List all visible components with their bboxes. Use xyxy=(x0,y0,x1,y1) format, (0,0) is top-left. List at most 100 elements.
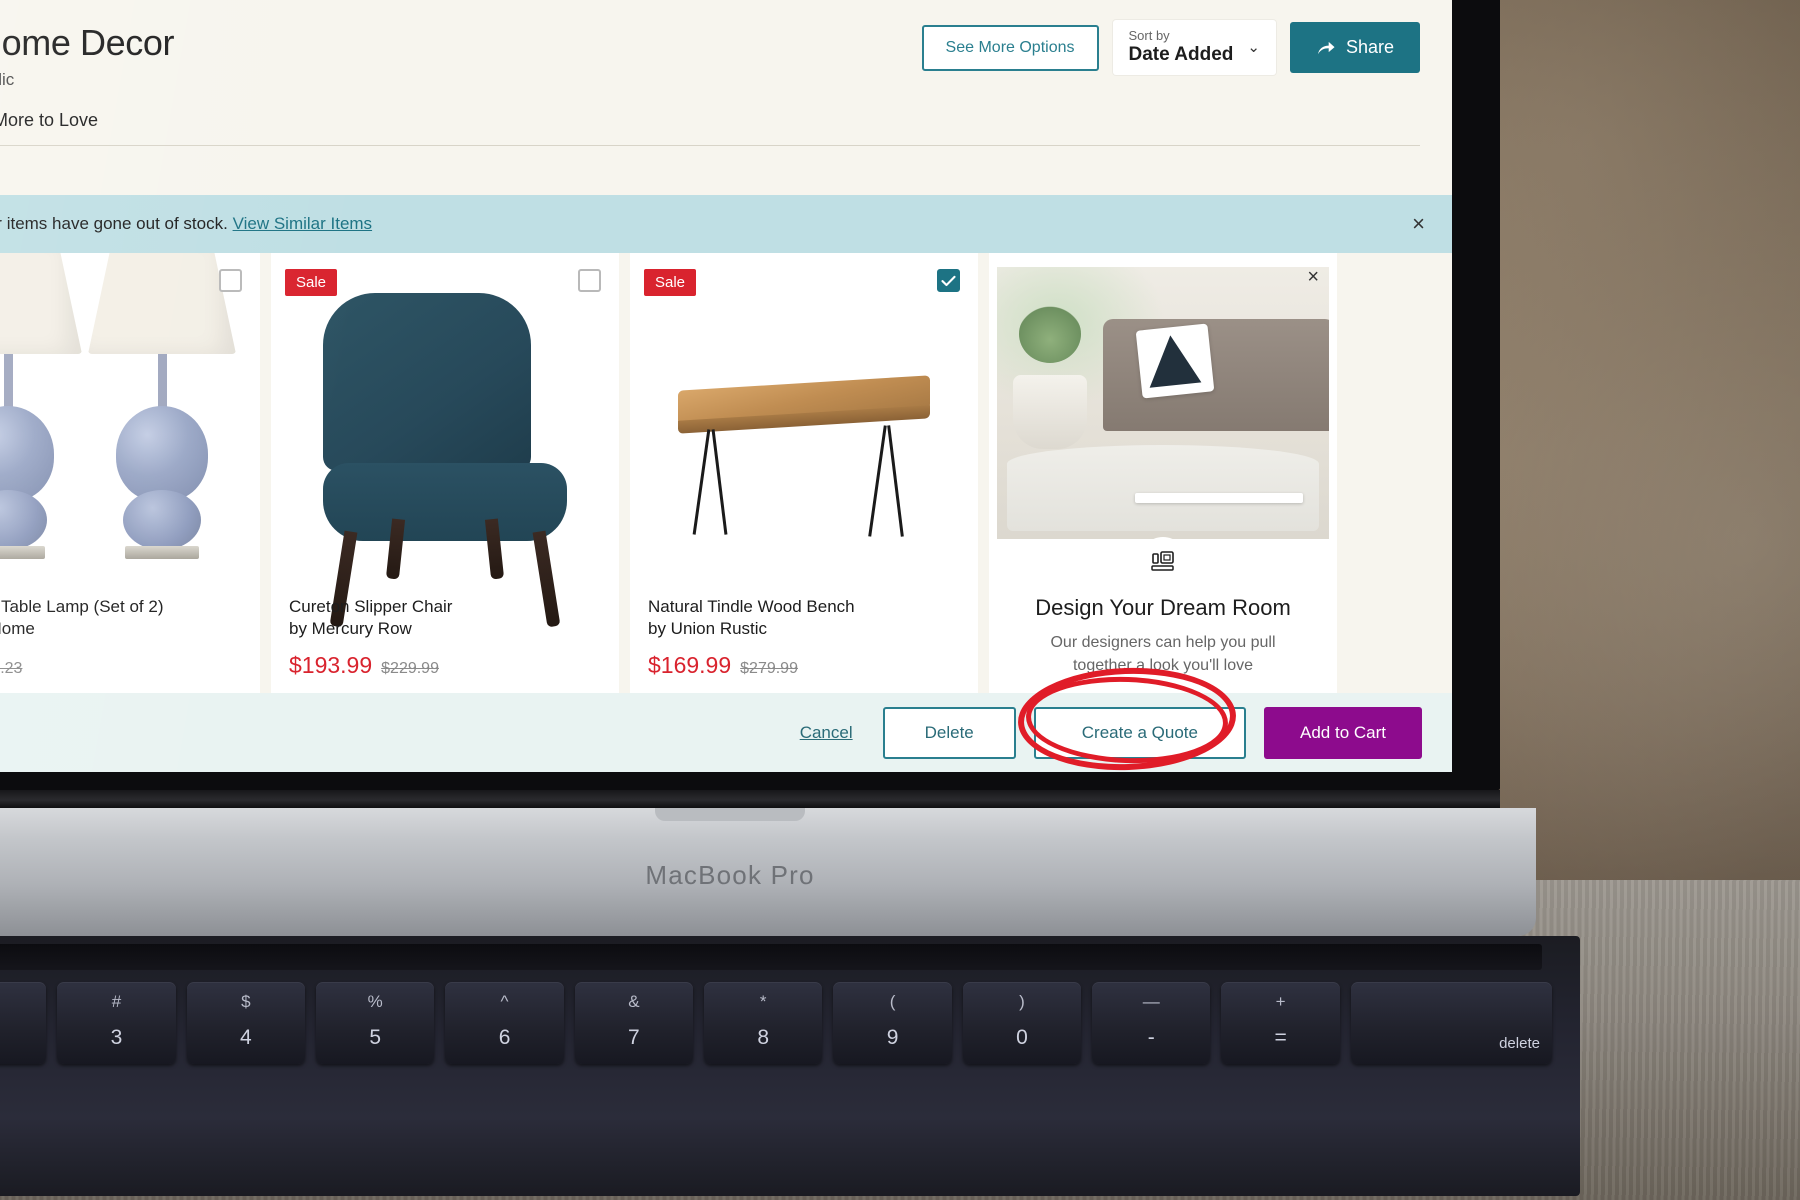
header-actions: See More Options Sort by Date Added ⌄ Sh… xyxy=(921,20,1420,76)
lamp-illustration-left xyxy=(0,253,82,559)
wishlist-page: rite Home Decor Public See More Options xyxy=(0,0,1452,772)
cancel-link[interactable]: Cancel xyxy=(800,723,853,743)
key-number: 5 xyxy=(369,1026,382,1049)
share-button[interactable]: Share xyxy=(1289,22,1420,74)
product-card-bench[interactable]: Sale Natural Tindle Wood Bench by Union … xyxy=(630,253,978,693)
out-of-stock-banner: of your items have gone out of stock. Vi… xyxy=(0,195,1452,253)
sort-by-label: Sort by xyxy=(1128,28,1170,43)
product-prices: $193.99 $229.99 xyxy=(289,652,605,679)
product-sale-price: $193.99 xyxy=(289,652,373,678)
promo-subtitle-line2: together a look you'll love xyxy=(1072,657,1254,675)
chair-illustration xyxy=(323,293,567,628)
product-info-lamp: vood 29" Table Lamp (Set of 2) chcrest H… xyxy=(0,596,246,679)
key-symbol: % xyxy=(367,992,383,1011)
key-0[interactable]: ) 0 xyxy=(962,982,1082,1064)
tab-bar: tems More to Love xyxy=(0,110,1420,146)
key-symbol: — xyxy=(1142,992,1160,1011)
key-symbol: # xyxy=(111,992,122,1011)
tab-more-to-love[interactable]: More to Love xyxy=(0,110,100,145)
product-prices: $169.99 $279.99 xyxy=(648,652,964,679)
product-original-price: $279.99 xyxy=(740,660,798,677)
product-checkbox-chair[interactable] xyxy=(578,269,601,292)
key-symbol: @ xyxy=(0,992,46,1012)
create-a-quote-button[interactable]: Create a Quote xyxy=(1033,706,1246,759)
promo-subtitle-line1: Our designers can help you pull xyxy=(1050,634,1276,651)
sale-badge-chair: Sale xyxy=(285,269,338,296)
promo-title: Design Your Dream Room xyxy=(1035,595,1291,620)
product-brand: chcrest Home xyxy=(0,619,35,639)
key-number: 9 xyxy=(886,1026,899,1049)
sort-by-value: Date Added xyxy=(1128,44,1234,66)
key-4[interactable]: $4 xyxy=(186,982,306,1064)
screen-bezel: rite Home Decor Public See More Options xyxy=(0,0,1500,790)
keyboard-number-row: @2 #3 $4 %5 ^6 &7 *8 (9 )0 —- += delete xyxy=(0,982,1552,1064)
key-7[interactable]: & 7 xyxy=(574,982,694,1064)
laptop-keyboard: @2 #3 $4 %5 ^6 &7 *8 (9 )0 —- += delete xyxy=(0,936,1580,1196)
product-name: vood 29" Table Lamp (Set of 2) xyxy=(0,596,164,616)
sort-by-dropdown[interactable]: Sort by Date Added ⌄ xyxy=(1112,20,1276,76)
key-symbol: $ xyxy=(241,992,251,1011)
promo-room-image xyxy=(997,267,1329,539)
key-number: - xyxy=(1147,1026,1155,1049)
key-symbol: & xyxy=(628,992,640,1011)
add-to-cart-button[interactable]: Add to Cart xyxy=(1264,706,1422,759)
promo-text-overlay: Design Your Dream Room Our designers can… xyxy=(997,537,1329,693)
close-icon[interactable]: × xyxy=(1412,213,1425,235)
key-minus[interactable]: — - xyxy=(1092,982,1211,1064)
key-9[interactable]: (9 xyxy=(833,982,952,1064)
promo-close-icon[interactable]: × xyxy=(1307,267,1319,287)
key-label: delete xyxy=(1499,1035,1540,1052)
product-info-bench: Natural Tindle Wood Bench by Union Rusti… xyxy=(648,596,964,679)
key-number: 6 xyxy=(498,1026,511,1049)
view-similar-items-link[interactable]: View Similar Items xyxy=(233,214,373,233)
key-delete[interactable]: delete xyxy=(1350,982,1552,1064)
touch-bar[interactable] xyxy=(0,944,1542,970)
key-number: 4 xyxy=(240,1026,252,1049)
key-2[interactable]: @2 xyxy=(0,982,47,1064)
key-number: 2 xyxy=(0,1026,46,1050)
key-5[interactable]: % 5 xyxy=(316,982,435,1064)
key-3[interactable]: #3 xyxy=(57,982,176,1064)
product-card-lamp[interactable]: vood 29" Table Lamp (Set of 2) chcrest H… xyxy=(0,253,260,693)
product-brand: by Mercury Row xyxy=(289,619,412,639)
product-card-chair[interactable]: Sale Cureton Slipper Chair by Mercury Ro… xyxy=(271,253,619,693)
banner-message: of your items have gone out of stock. Vi… xyxy=(0,214,372,234)
key-equals[interactable]: + = xyxy=(1221,982,1340,1064)
page-title: rite Home Decor xyxy=(0,22,175,63)
share-arrow-icon xyxy=(1317,41,1335,54)
bench-illustration xyxy=(678,375,930,537)
product-image-bench xyxy=(630,271,978,601)
product-checkbox-bench[interactable] xyxy=(937,269,960,292)
laptop-hinge xyxy=(0,790,1500,808)
key-symbol: ) xyxy=(1019,992,1025,1011)
sale-badge-bench: Sale xyxy=(644,269,697,296)
key-symbol: ( xyxy=(889,992,896,1011)
page-header: rite Home Decor Public See More Options xyxy=(0,0,1452,155)
delete-button[interactable]: Delete xyxy=(882,706,1016,759)
lamp-illustration-right xyxy=(88,253,236,559)
see-more-options-button[interactable]: See More Options xyxy=(921,24,1099,71)
banner-text: of your items have gone out of stock. xyxy=(0,214,228,233)
product-prices: 99 $286.23 xyxy=(0,652,246,679)
product-sale-price: $169.99 xyxy=(648,652,732,678)
key-number: 8 xyxy=(757,1026,770,1049)
key-6[interactable]: ^ 6 xyxy=(445,982,564,1064)
product-info-chair: Cureton Slipper Chair by Mercury Row $19… xyxy=(289,596,605,679)
key-number: 3 xyxy=(110,1026,123,1049)
laptop-base-notch xyxy=(655,808,805,821)
product-name: Cureton Slipper Chair xyxy=(289,596,453,616)
key-symbol: * xyxy=(759,992,767,1011)
laptop-base: MacBook Pro xyxy=(0,808,1536,936)
key-symbol: + xyxy=(1275,992,1286,1011)
product-original-price: $229.99 xyxy=(381,660,439,677)
product-name: Natural Tindle Wood Bench xyxy=(648,596,855,616)
key-number: 0 xyxy=(1016,1026,1028,1049)
product-grid: vood 29" Table Lamp (Set of 2) chcrest H… xyxy=(0,253,1452,693)
key-8[interactable]: * 8 xyxy=(704,982,823,1064)
key-symbol: ^ xyxy=(500,992,509,1011)
product-checkbox-lamp[interactable] xyxy=(219,269,242,292)
laptop-screen: rite Home Decor Public See More Options xyxy=(0,0,1452,772)
design-board-icon xyxy=(1139,537,1187,585)
key-number: 7 xyxy=(628,1026,640,1049)
promo-card-design-services[interactable]: × Design Your Dream Room Our designers c… xyxy=(989,253,1337,693)
